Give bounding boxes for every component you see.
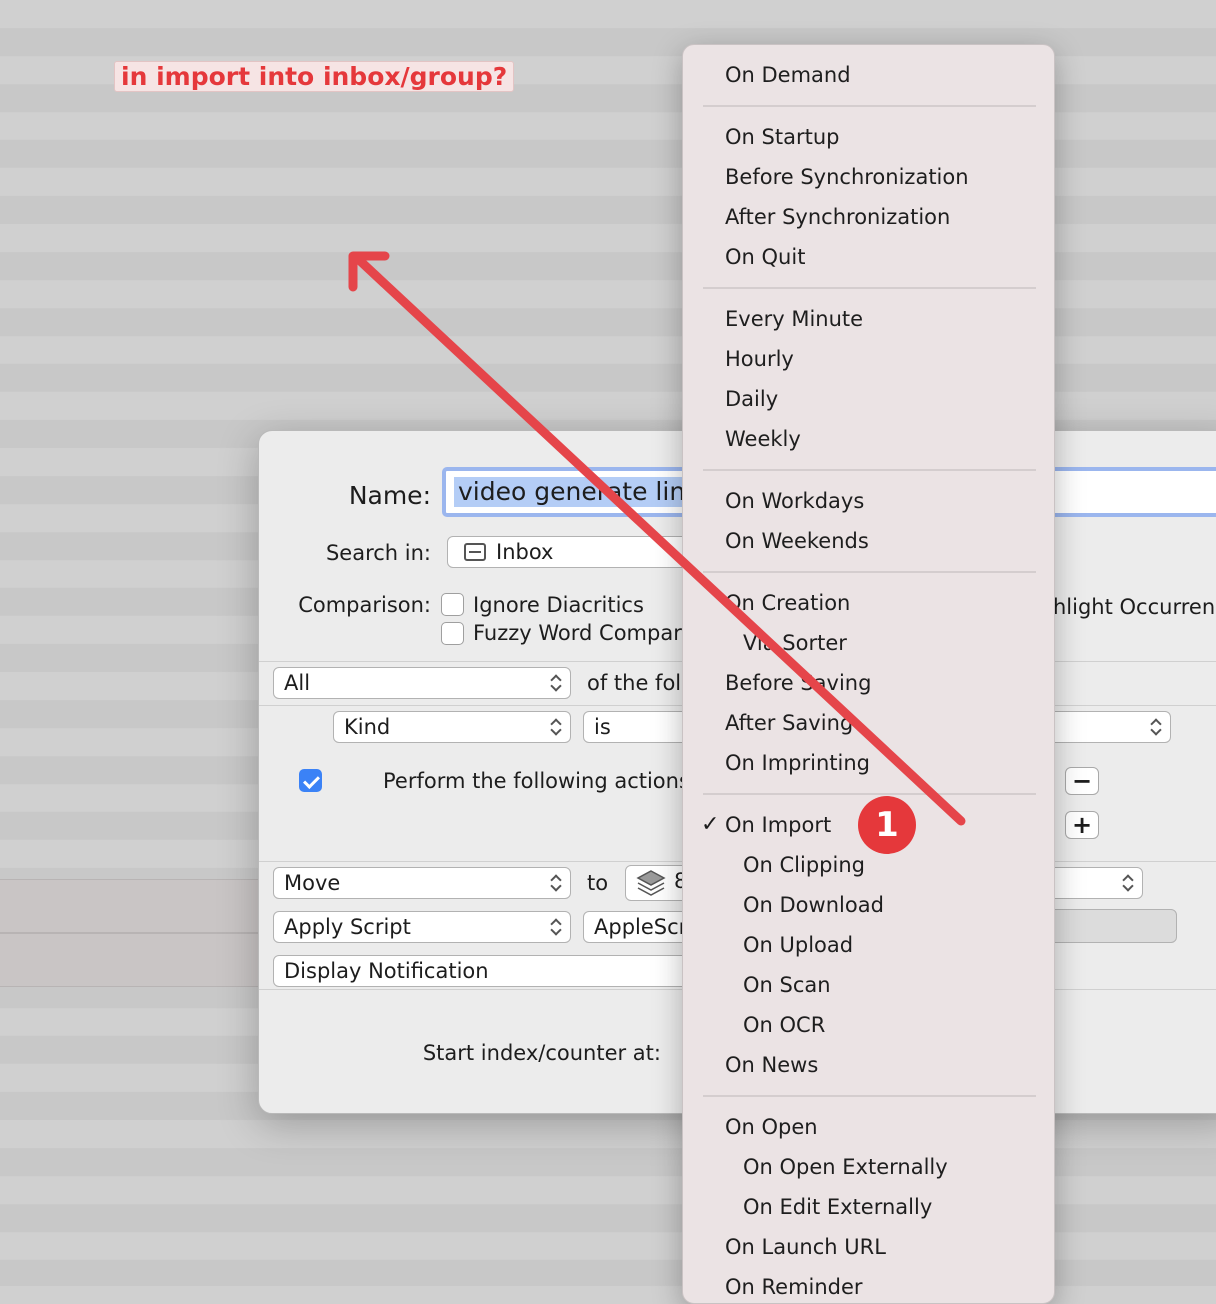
script-type-value: AppleScr (594, 915, 688, 939)
criteria-field-value: Kind (344, 715, 391, 739)
action-move-popup[interactable]: Move (273, 867, 571, 899)
menu-separator (703, 105, 1036, 107)
chevron-updown-icon (550, 718, 560, 736)
menu-item[interactable]: On Quit (725, 244, 805, 270)
start-index-label: Start index/counter at: (422, 1041, 661, 1065)
fuzzy-word-checkbox[interactable] (441, 622, 464, 645)
layers-icon (636, 870, 666, 896)
step-badge: 1 (858, 796, 916, 854)
remove-button[interactable]: − (1065, 767, 1099, 795)
menu-item[interactable]: On Clipping (743, 852, 865, 878)
menu-item[interactable]: Daily (725, 386, 778, 412)
menu-item[interactable]: On Weekends (725, 528, 869, 554)
menu-item[interactable]: On Demand (725, 62, 851, 88)
menu-separator (703, 469, 1036, 471)
menu-item[interactable]: On Launch URL (725, 1234, 886, 1260)
trigger-menu: On Demand On Startup Before Synchronizat… (682, 44, 1055, 1304)
action-display-notification-value: Display Notification (284, 959, 489, 983)
menu-item[interactable]: On Upload (743, 932, 853, 958)
perform-actions-label: Perform the following actions (383, 769, 690, 793)
match-suffix-label: of the fol (587, 671, 682, 695)
menu-item[interactable]: On OCR (743, 1012, 825, 1038)
action-move-value: Move (284, 871, 341, 895)
menu-separator (703, 287, 1036, 289)
checkmark-icon: ✓ (701, 812, 720, 837)
fuzzy-word-label: Fuzzy Word Compar (473, 621, 682, 645)
menu-item[interactable]: After Synchronization (725, 204, 950, 230)
search-in-value: Inbox (496, 540, 554, 564)
menu-item[interactable]: Weekly (725, 426, 801, 452)
chevron-updown-icon (550, 874, 560, 892)
menu-item[interactable]: On News (725, 1052, 818, 1078)
name-value: video generate link (454, 477, 704, 507)
ignore-diacritics-checkbox[interactable] (441, 593, 464, 616)
ignore-diacritics-label: Ignore Diacritics (473, 593, 644, 617)
menu-separator (703, 1095, 1036, 1097)
menu-item[interactable]: Before Saving (725, 670, 871, 696)
menu-item[interactable]: On Edit Externally (743, 1194, 932, 1220)
menu-item[interactable]: Hourly (725, 346, 794, 372)
menu-item[interactable]: Before Synchronization (725, 164, 969, 190)
menu-item[interactable]: On Reminder (725, 1274, 863, 1300)
highlight-occurrences-label: hlight Occurrenc (1053, 595, 1216, 619)
action-apply-script-popup[interactable]: Apply Script (273, 911, 571, 943)
menu-item[interactable]: Via Sorter (743, 630, 847, 656)
menu-item[interactable]: Every Minute (725, 306, 863, 332)
menu-item[interactable]: On Startup (725, 124, 839, 150)
criteria-field-popup[interactable]: Kind (333, 711, 571, 743)
menu-item[interactable]: On Creation (725, 590, 850, 616)
name-label: Name: (348, 481, 431, 510)
chevron-updown-icon (1122, 874, 1132, 892)
chevron-updown-icon (1150, 718, 1160, 736)
criteria-operator-value: is (594, 715, 611, 739)
action-apply-script-value: Apply Script (284, 915, 411, 939)
menu-item[interactable]: After Saving (725, 710, 853, 736)
perform-actions-checkbox[interactable] (299, 769, 322, 792)
menu-item[interactable]: On Open Externally (743, 1154, 948, 1180)
match-selector-value: All (284, 671, 311, 695)
action-move-connector: to (587, 871, 609, 895)
menu-item-selected[interactable]: On Import (725, 812, 831, 838)
menu-item[interactable]: On Open (725, 1114, 818, 1140)
inbox-icon (464, 543, 486, 561)
menu-item[interactable]: On Workdays (725, 488, 864, 514)
chevron-updown-icon (550, 674, 560, 692)
match-selector-popup[interactable]: All (273, 667, 571, 699)
comparison-label: Comparison: (298, 593, 431, 617)
annotation-label: in import into inbox/group? (114, 61, 515, 92)
menu-item[interactable]: On Download (743, 892, 884, 918)
menu-separator (703, 571, 1036, 573)
add-button[interactable]: + (1065, 811, 1099, 839)
menu-separator (703, 793, 1036, 795)
menu-item[interactable]: On Scan (743, 972, 831, 998)
chevron-updown-icon (550, 918, 560, 936)
menu-item[interactable]: On Imprinting (725, 750, 870, 776)
search-in-label: Search in: (325, 541, 431, 565)
